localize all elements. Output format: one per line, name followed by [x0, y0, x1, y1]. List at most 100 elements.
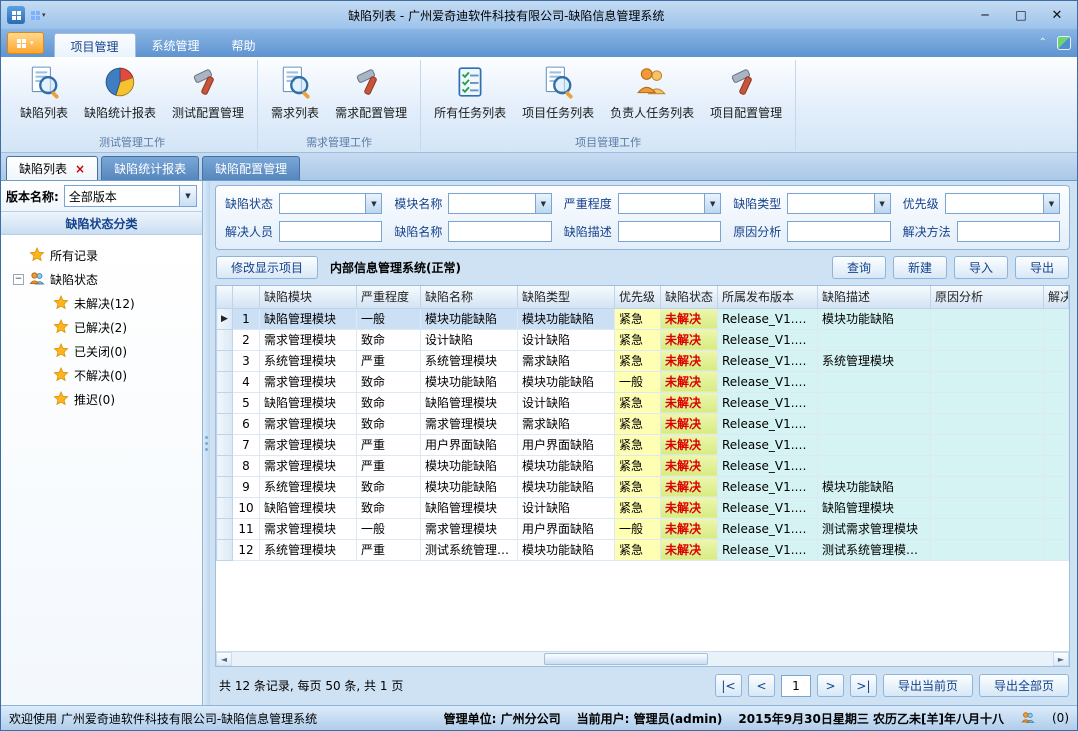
grid-cell[interactable]: 未解决	[661, 518, 718, 539]
column-header[interactable]: 缺陷类型	[518, 286, 615, 308]
app-logo-icon[interactable]	[7, 6, 25, 24]
table-row[interactable]: 12系统管理模块严重测试系统管理模...模块功能缺陷紧急未解决Release_V…	[217, 539, 1069, 560]
grid-cell[interactable]: 一般	[357, 518, 421, 539]
row-selector-cell[interactable]	[217, 434, 233, 455]
grid-cell[interactable]	[1044, 329, 1069, 350]
grid-cell[interactable]: Release_V1.0.0	[718, 392, 818, 413]
ribbon-button[interactable]: 项目配置管理	[702, 60, 790, 134]
scrollbar-track[interactable]	[232, 652, 1053, 666]
dropdown-arrow-icon[interactable]: ▼	[179, 186, 196, 206]
export-all-pages-button[interactable]: 导出全部页	[979, 674, 1069, 697]
grid-cell[interactable]	[931, 497, 1044, 518]
grid-cell[interactable]	[931, 371, 1044, 392]
grid-cell[interactable]: 紧急	[615, 350, 661, 371]
grid-cell[interactable]: 模块功能缺陷	[518, 455, 615, 476]
next-page-button[interactable]: >	[817, 674, 844, 697]
grid-cell[interactable]: 模块功能缺陷	[421, 371, 518, 392]
column-header[interactable]: 缺陷状态	[661, 286, 718, 308]
grid-cell[interactable]	[931, 308, 1044, 329]
grid-cell[interactable]	[1044, 497, 1069, 518]
import-button[interactable]: 导入	[954, 256, 1008, 279]
grid-cell[interactable]: 一般	[615, 518, 661, 539]
grid-cell[interactable]: 严重	[357, 350, 421, 371]
grid-cell[interactable]	[931, 455, 1044, 476]
column-header[interactable]: 优先级	[615, 286, 661, 308]
grid-cell[interactable]: 设计缺陷	[518, 497, 615, 518]
grid-cell[interactable]: 致命	[357, 329, 421, 350]
dropdown-arrow-icon[interactable]: ▼	[535, 194, 551, 213]
grid-cell[interactable]: 紧急	[615, 497, 661, 518]
grid-cell[interactable]	[818, 329, 931, 350]
grid-cell[interactable]: 模块功能缺陷	[818, 308, 931, 329]
grid-cell[interactable]: 需求管理模块	[260, 413, 357, 434]
table-row[interactable]: 6需求管理模块致命需求管理模块需求缺陷紧急未解决Release_V1.1.0	[217, 413, 1069, 434]
grid-cell[interactable]	[1044, 371, 1069, 392]
grid-cell[interactable]: 系统管理模块	[421, 350, 518, 371]
table-row[interactable]: ▶1缺陷管理模块一般模块功能缺陷模块功能缺陷紧急未解决Release_V1.2.…	[217, 308, 1069, 329]
grid-cell[interactable]: 缺陷管理模块	[260, 308, 357, 329]
ribbon-button[interactable]: 缺陷列表	[12, 60, 76, 134]
grid-cell[interactable]: 用户界面缺陷	[421, 434, 518, 455]
tree-item[interactable]: 不解决(0)	[3, 363, 200, 387]
grid-cell[interactable]	[818, 455, 931, 476]
table-row[interactable]: 4需求管理模块致命模块功能缺陷模块功能缺陷一般未解决Release_V1.0.0	[217, 371, 1069, 392]
grid-cell[interactable]	[1044, 350, 1069, 371]
style-picker-icon[interactable]	[1057, 36, 1071, 50]
first-page-button[interactable]: |<	[715, 674, 742, 697]
grid-cell[interactable]: 未解决	[661, 329, 718, 350]
close-tab-icon[interactable]: ×	[75, 162, 85, 176]
grid-cell[interactable]	[1044, 308, 1069, 329]
grid-cell[interactable]: 严重	[357, 455, 421, 476]
grid-cell[interactable]	[1044, 539, 1069, 560]
tree-item[interactable]: 未解决(12)	[3, 291, 200, 315]
maximize-button[interactable]: □	[1003, 3, 1039, 27]
grid-cell[interactable]: 未解决	[661, 539, 718, 560]
grid-cell[interactable]: 一般	[615, 371, 661, 392]
scroll-right-icon[interactable]: ►	[1053, 652, 1069, 666]
document-tab[interactable]: 缺陷统计报表	[101, 156, 199, 180]
app-menu-button[interactable]: ▾	[7, 32, 44, 54]
export-button[interactable]: 导出	[1015, 256, 1069, 279]
grid-cell[interactable]: 未解决	[661, 497, 718, 518]
grid-cell[interactable]: 缺陷管理模块	[260, 497, 357, 518]
grid-cell[interactable]: Release_V1.1.0	[718, 518, 818, 539]
grid-cell[interactable]: 测试系统管理模...	[421, 539, 518, 560]
grid-cell[interactable]: 未解决	[661, 350, 718, 371]
grid-cell[interactable]: Release_V1.2.0	[718, 308, 818, 329]
grid-cell[interactable]: 设计缺陷	[421, 329, 518, 350]
grid-cell[interactable]: 测试系统管理模块...	[818, 539, 931, 560]
tree-item[interactable]: 推迟(0)	[3, 387, 200, 411]
table-row[interactable]: 8需求管理模块严重模块功能缺陷模块功能缺陷紧急未解决Release_V1.0.0	[217, 455, 1069, 476]
row-selector-cell[interactable]	[217, 497, 233, 518]
grid-cell[interactable]	[931, 476, 1044, 497]
grid-cell[interactable]: 测试需求管理模块	[818, 518, 931, 539]
ribbon-button[interactable]: 所有任务列表	[426, 60, 514, 134]
tree-item[interactable]: 已解决(2)	[3, 315, 200, 339]
ribbon-button[interactable]: 项目任务列表	[514, 60, 602, 134]
grid-cell[interactable]: 缺陷管理模块	[421, 392, 518, 413]
grid-cell[interactable]: Release_V1.2.0	[718, 350, 818, 371]
column-header[interactable]: 解决方法	[1044, 286, 1069, 308]
table-row[interactable]: 10缺陷管理模块致命缺陷管理模块设计缺陷紧急未解决Release_V1.0.0缺…	[217, 497, 1069, 518]
grid-cell[interactable]: 致命	[357, 371, 421, 392]
grid-cell[interactable]: 未解决	[661, 455, 718, 476]
grid-cell[interactable]: 需求缺陷	[518, 413, 615, 434]
grid-cell[interactable]: 紧急	[615, 539, 661, 560]
grid-cell[interactable]	[931, 350, 1044, 371]
grid-cell[interactable]	[818, 371, 931, 392]
grid-cell[interactable]: 紧急	[615, 308, 661, 329]
grid-cell[interactable]: 模块功能缺陷	[518, 371, 615, 392]
ribbon-button[interactable]: 负责人任务列表	[602, 60, 702, 134]
menu-tab[interactable]: 项目管理	[54, 33, 136, 57]
horizontal-scrollbar[interactable]: ◄ ►	[216, 651, 1069, 666]
grid-cell[interactable]: 未解决	[661, 434, 718, 455]
row-selector-cell[interactable]	[217, 518, 233, 539]
grid-cell[interactable]: 致命	[357, 497, 421, 518]
version-select[interactable]: 全部版本 ▼	[64, 185, 197, 207]
new-button[interactable]: 新建	[893, 256, 947, 279]
grid-cell[interactable]: 需求管理模块	[260, 371, 357, 392]
table-row[interactable]: 5缺陷管理模块致命缺陷管理模块设计缺陷紧急未解决Release_V1.0.0	[217, 392, 1069, 413]
sidebar-splitter[interactable]	[203, 181, 210, 705]
grid-cell[interactable]: 需求缺陷	[518, 350, 615, 371]
grid-cell[interactable]: 系统管理模块	[818, 350, 931, 371]
